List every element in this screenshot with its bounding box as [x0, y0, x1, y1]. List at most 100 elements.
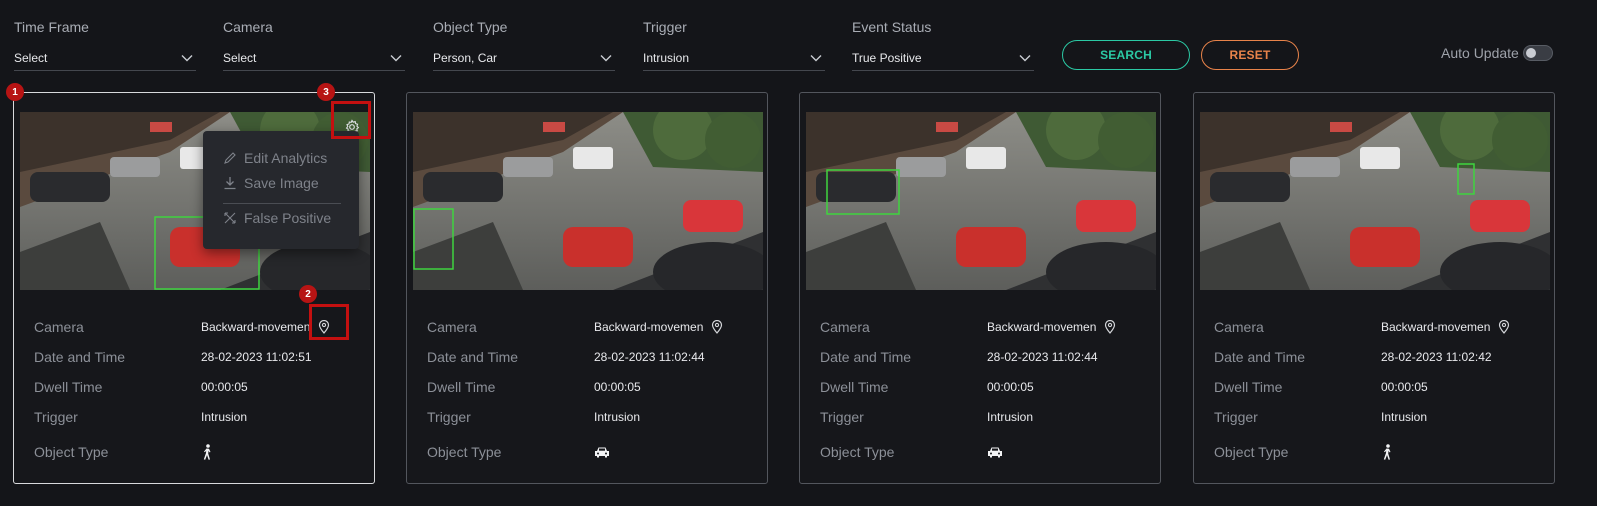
object-type-filter-label: Object Type — [433, 19, 508, 35]
time-frame-value: Select — [14, 51, 48, 65]
trigger-value: Intrusion — [594, 410, 641, 424]
date-time-value: 28-02-2023 11:02:44 — [594, 350, 705, 364]
field-label: Object Type — [1214, 444, 1289, 460]
event-card[interactable]: Camera Backward-movemen Date and Time 28… — [406, 92, 768, 484]
object-type-value — [594, 446, 610, 458]
dwell-time-row: Dwell Time 00:00:05 — [34, 372, 364, 402]
auto-update-toggle[interactable] — [1522, 45, 1553, 61]
object-type-filter: Object Type Person, Car — [433, 18, 615, 71]
location-pin-icon[interactable] — [1497, 320, 1511, 334]
menu-item-label: Edit Analytics — [244, 150, 328, 166]
dwell-time-row: Dwell Time 00:00:05 — [1214, 372, 1544, 402]
date-time-value: 28-02-2023 11:02:51 — [201, 350, 312, 364]
reset-button[interactable]: RESET — [1201, 40, 1299, 70]
annotation-badge-2: 2 — [299, 285, 317, 303]
date-time-row: Date and Time 28-02-2023 11:02:44 — [427, 342, 757, 372]
context-menu: Edit Analytics Save Image False Positive — [203, 131, 359, 249]
object-type-row: Object Type — [1214, 434, 1544, 470]
date-time-value: 28-02-2023 11:02:44 — [987, 350, 1098, 364]
camera-name: Backward-movemen — [201, 320, 311, 334]
field-label: Trigger — [820, 409, 864, 425]
trigger-row: Trigger Intrusion — [427, 402, 757, 432]
trigger-row: Trigger Intrusion — [820, 402, 1150, 432]
object-type-value — [201, 444, 213, 460]
chevron-down-icon — [810, 55, 822, 62]
camera-row: Camera Backward-movemen — [427, 312, 757, 342]
event-snapshot — [1200, 112, 1550, 290]
location-pin-icon[interactable] — [710, 320, 724, 334]
car-icon — [988, 447, 1002, 458]
event-snapshot — [413, 112, 763, 290]
field-label: Date and Time — [427, 349, 519, 365]
dwell-time-value: 00:00:05 — [1381, 380, 1428, 394]
trigger-row: Trigger Intrusion — [34, 402, 364, 432]
field-label: Dwell Time — [1214, 379, 1283, 395]
event-card[interactable]: Camera Backward-movemen Date and Time 28… — [1193, 92, 1555, 484]
event-thumbnail[interactable] — [413, 112, 763, 290]
field-label: Camera — [1214, 319, 1264, 335]
trigger-select-value: Intrusion — [643, 51, 690, 65]
object-type-select[interactable]: Person, Car — [433, 46, 615, 71]
time-frame-filter: Time Frame Select — [14, 18, 196, 71]
date-time-row: Date and Time 28-02-2023 11:02:51 — [34, 342, 364, 372]
dwell-time-row: Dwell Time 00:00:05 — [427, 372, 757, 402]
event-thumbnail[interactable] — [1200, 112, 1550, 290]
field-label: Object Type — [34, 444, 109, 460]
date-time-value: 28-02-2023 11:02:42 — [1381, 350, 1492, 364]
event-thumbnail[interactable] — [806, 112, 1156, 290]
field-label: Date and Time — [34, 349, 126, 365]
field-label: Camera — [34, 319, 84, 335]
object-type-value — [1381, 444, 1393, 460]
object-type-row: Object Type — [427, 434, 757, 470]
event-status-filter: Event Status True Positive — [852, 18, 1034, 71]
download-icon — [224, 177, 236, 190]
time-frame-select[interactable]: Select — [14, 46, 196, 71]
camera-filter: Camera Select — [223, 18, 405, 71]
highlight-location — [309, 304, 349, 340]
car-icon — [595, 447, 609, 458]
object-type-value — [987, 446, 1003, 458]
annotation-badge-3: 3 — [317, 83, 335, 101]
field-label: Object Type — [427, 444, 502, 460]
camera-select[interactable]: Select — [223, 46, 405, 71]
event-details: Camera Backward-movemen Date and Time 28… — [820, 312, 1150, 470]
auto-update: Auto Update — [1441, 45, 1553, 61]
field-label: Date and Time — [820, 349, 912, 365]
filter-bar: Time Frame Select Camera Select Object T… — [0, 0, 1597, 80]
field-label: Trigger — [34, 409, 78, 425]
chevron-down-icon — [600, 55, 612, 62]
annotation-badge-1: 1 — [6, 83, 24, 101]
field-label: Date and Time — [1214, 349, 1306, 365]
toggle-knob — [1525, 48, 1536, 58]
menu-item-label: False Positive — [244, 210, 332, 226]
pencil-icon — [224, 152, 236, 164]
location-pin-icon[interactable] — [1103, 320, 1117, 334]
dwell-time-value: 00:00:05 — [594, 380, 641, 394]
event-status-filter-label: Event Status — [852, 19, 932, 35]
person-icon — [1383, 444, 1391, 460]
field-label: Trigger — [427, 409, 471, 425]
event-details: Camera Backward-movemen Date and Time 28… — [1214, 312, 1544, 470]
field-label: Dwell Time — [34, 379, 103, 395]
highlight-gear — [331, 101, 371, 139]
person-icon — [203, 444, 211, 460]
search-button[interactable]: SEARCH — [1062, 40, 1190, 70]
menu-item-save-image[interactable]: Save Image — [223, 175, 319, 191]
chevron-down-icon — [390, 55, 402, 62]
event-status-select[interactable]: True Positive — [852, 46, 1034, 71]
event-snapshot — [806, 112, 1156, 290]
camera-name: Backward-movemen — [1381, 320, 1491, 334]
object-type-row: Object Type — [820, 434, 1150, 470]
object-type-row: Object Type — [34, 434, 364, 470]
field-label: Camera — [820, 319, 870, 335]
event-card[interactable]: Camera Backward-movemen Date and Time 28… — [799, 92, 1161, 484]
menu-item-edit-analytics[interactable]: Edit Analytics — [223, 150, 327, 166]
cross-arrows-icon — [224, 212, 236, 224]
trigger-select[interactable]: Intrusion — [643, 46, 825, 71]
field-label: Dwell Time — [427, 379, 496, 395]
menu-item-false-positive[interactable]: False Positive — [223, 210, 331, 226]
event-status-select-value: True Positive — [852, 51, 922, 65]
trigger-row: Trigger Intrusion — [1214, 402, 1544, 432]
event-details: Camera Backward-movemen Date and Time 28… — [427, 312, 757, 470]
chevron-down-icon — [181, 55, 193, 62]
